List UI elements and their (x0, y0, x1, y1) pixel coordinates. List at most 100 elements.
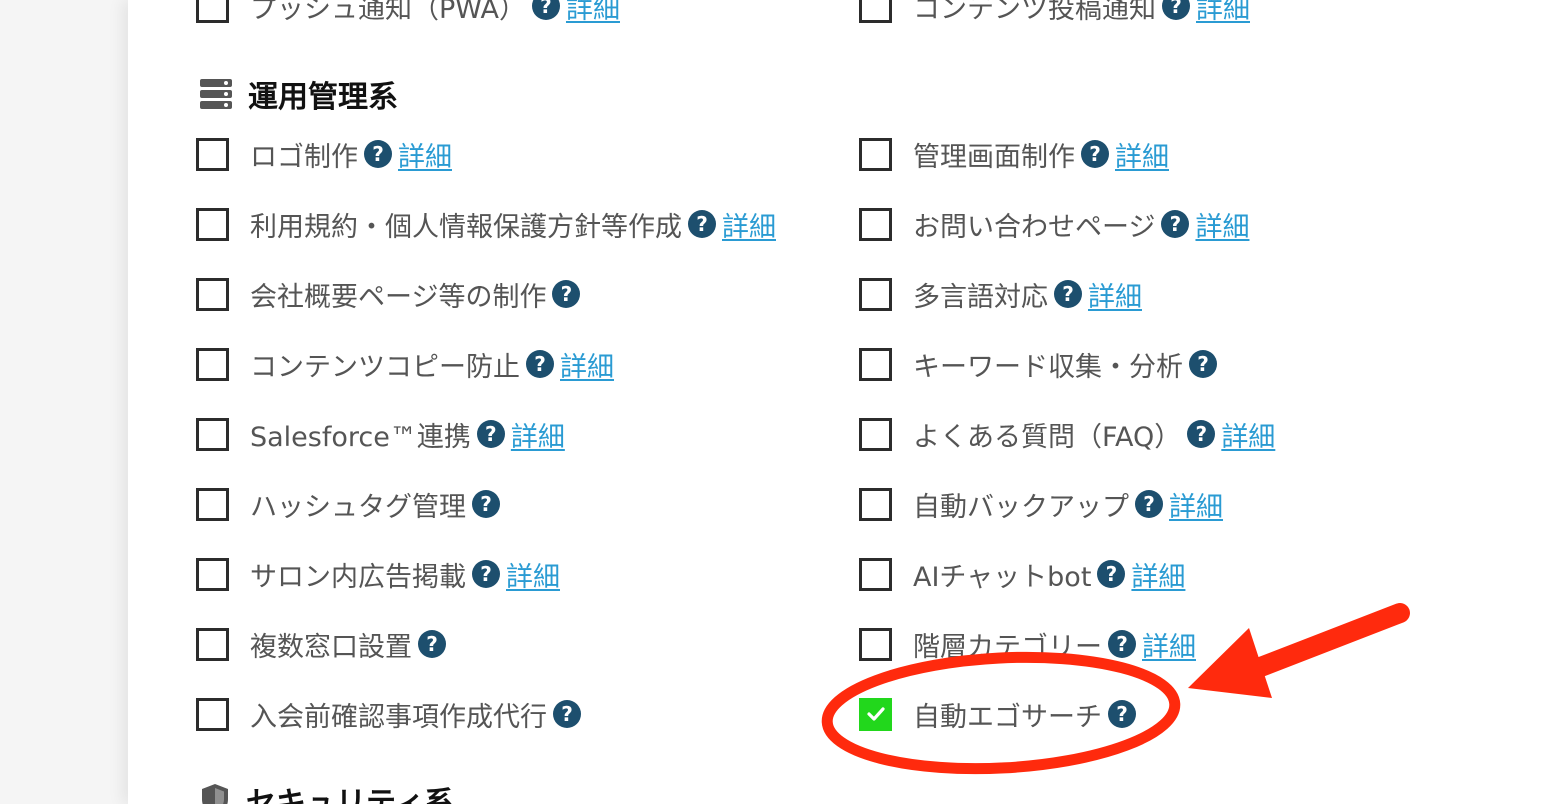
option-label: 会社概要ページ等の制作 (250, 281, 547, 313)
option-label: 自動エゴサーチ (913, 701, 1102, 733)
help-icon[interactable]: ? (531, 0, 560, 20)
left-option-row-7: サロン内広告掲載? 詳細 (196, 554, 560, 594)
option-label: Salesforce™連携 (250, 421, 471, 453)
right-option-row-7: AIチャットbot? 詳細 (859, 554, 1185, 594)
option-row-content-post-notification: コンテンツ投稿通知 ? 詳細 (859, 0, 1250, 26)
detail-link[interactable]: 詳細 (1088, 275, 1142, 314)
checkbox[interactable] (196, 557, 229, 591)
option-row-push-notification: プッシュ通知（PWA） ? 詳細 (196, 0, 620, 26)
checkbox[interactable] (196, 417, 229, 451)
help-icon[interactable]: ? (1097, 560, 1126, 588)
checkbox[interactable] (196, 697, 229, 731)
left-option-row-8: 複数窓口設置? (196, 624, 446, 664)
detail-link[interactable]: 詳細 (506, 555, 560, 594)
detail-link[interactable]: 詳細 (1221, 415, 1275, 454)
detail-link[interactable]: 詳細 (1169, 485, 1223, 524)
right-option-row-4: キーワード収集・分析? (859, 344, 1217, 384)
checkbox[interactable] (859, 277, 892, 311)
option-label: コンテンツコピー防止 (250, 351, 520, 383)
checkbox[interactable] (196, 487, 229, 521)
help-icon[interactable]: ? (1187, 420, 1216, 448)
option-label: お問い合わせページ (913, 211, 1156, 243)
detail-link[interactable]: 詳細 (1196, 0, 1250, 26)
checkbox[interactable] (196, 0, 229, 23)
right-option-row-3: 多言語対応? 詳細 (859, 274, 1142, 314)
option-label: サロン内広告掲載 (250, 561, 466, 593)
checkmark-icon (866, 707, 885, 721)
right-option-row-1: 管理画面制作? 詳細 (859, 134, 1169, 174)
left-option-row-6: ハッシュタグ管理? (196, 484, 500, 524)
checkbox[interactable] (859, 137, 892, 171)
option-label: キーワード収集・分析 (913, 351, 1183, 383)
options-panel: プッシュ通知（PWA） ? 詳細 コンテンツ投稿通知 ? 詳細 運用管理系 ロゴ… (128, 0, 1546, 804)
help-icon[interactable]: ? (1135, 490, 1163, 518)
checkbox[interactable] (196, 137, 229, 171)
server-icon (200, 79, 232, 109)
option-label: AIチャットbot (913, 561, 1092, 593)
checkbox[interactable] (196, 207, 229, 241)
option-label: よくある質問（FAQ） (913, 421, 1182, 453)
help-icon[interactable]: ? (418, 630, 446, 658)
option-label: 入会前確認事項作成代行 (250, 701, 547, 733)
option-label: コンテンツ投稿通知 (913, 0, 1156, 25)
option-label: 階層カテゴリー (913, 631, 1102, 663)
detail-link[interactable]: 詳細 (1195, 205, 1249, 244)
detail-link[interactable]: 詳細 (511, 415, 565, 454)
shield-icon (202, 784, 228, 804)
help-icon[interactable]: ? (472, 490, 500, 518)
detail-link[interactable]: 詳細 (1115, 135, 1169, 174)
option-label: 利用規約・個人情報保護方針等作成 (250, 211, 682, 243)
section-heading-security: セキュリティ系 (200, 778, 454, 804)
right-option-row-9: 自動エゴサーチ? (859, 694, 1136, 734)
help-icon[interactable]: ? (1081, 140, 1109, 168)
detail-link[interactable]: 詳細 (398, 135, 452, 174)
left-option-row-4: コンテンツコピー防止? 詳細 (196, 344, 614, 384)
help-icon[interactable]: ? (476, 420, 505, 448)
option-label: プッシュ通知（PWA） (250, 0, 526, 25)
help-icon[interactable]: ? (1162, 0, 1190, 20)
help-icon[interactable]: ? (553, 700, 581, 728)
help-icon[interactable]: ? (526, 350, 554, 378)
checkbox[interactable] (859, 627, 892, 661)
left-option-row-2: 利用規約・個人情報保護方針等作成? 詳細 (196, 204, 776, 244)
option-label: ハッシュタグ管理 (250, 491, 466, 523)
detail-link[interactable]: 詳細 (1142, 625, 1196, 664)
right-option-row-5: よくある質問（FAQ）? 詳細 (859, 414, 1275, 454)
detail-link[interactable]: 詳細 (560, 345, 614, 384)
checkbox[interactable] (859, 0, 892, 23)
checkbox[interactable] (859, 557, 892, 591)
help-icon[interactable]: ? (1054, 280, 1082, 308)
checkbox[interactable] (859, 207, 892, 241)
detail-link[interactable]: 詳細 (722, 205, 776, 244)
left-option-row-1: ロゴ制作? 詳細 (196, 134, 452, 174)
help-icon[interactable]: ? (1108, 700, 1136, 728)
detail-link[interactable]: 詳細 (1131, 555, 1185, 594)
option-label: 自動バックアップ (913, 491, 1129, 523)
help-icon[interactable]: ? (1108, 630, 1136, 658)
checkbox[interactable] (196, 277, 229, 311)
help-icon[interactable]: ? (364, 140, 392, 168)
left-option-row-9: 入会前確認事項作成代行? (196, 694, 581, 734)
help-icon[interactable]: ? (1189, 350, 1217, 378)
section-title: 運用管理系 (248, 80, 398, 115)
checkbox[interactable] (859, 487, 892, 521)
checkbox[interactable] (196, 347, 229, 381)
right-option-row-8: 階層カテゴリー? 詳細 (859, 624, 1196, 664)
option-label: ロゴ制作 (250, 141, 358, 173)
checkbox[interactable] (196, 627, 229, 661)
left-option-row-3: 会社概要ページ等の制作? (196, 274, 581, 314)
option-label: 複数窓口設置 (250, 631, 412, 663)
checkbox[interactable] (859, 697, 892, 731)
checkbox[interactable] (859, 347, 892, 381)
detail-link[interactable]: 詳細 (566, 0, 620, 26)
left-option-row-5: Salesforce™連携? 詳細 (196, 414, 565, 454)
option-label: 管理画面制作 (913, 141, 1075, 173)
section-title: セキュリティ系 (246, 786, 455, 804)
checkbox[interactable] (859, 417, 892, 451)
help-icon[interactable]: ? (552, 280, 581, 308)
help-icon[interactable]: ? (472, 560, 500, 588)
option-label: 多言語対応 (913, 281, 1048, 313)
help-icon[interactable]: ? (688, 210, 716, 238)
page: プッシュ通知（PWA） ? 詳細 コンテンツ投稿通知 ? 詳細 運用管理系 ロゴ… (0, 0, 1546, 804)
help-icon[interactable]: ? (1161, 210, 1190, 238)
